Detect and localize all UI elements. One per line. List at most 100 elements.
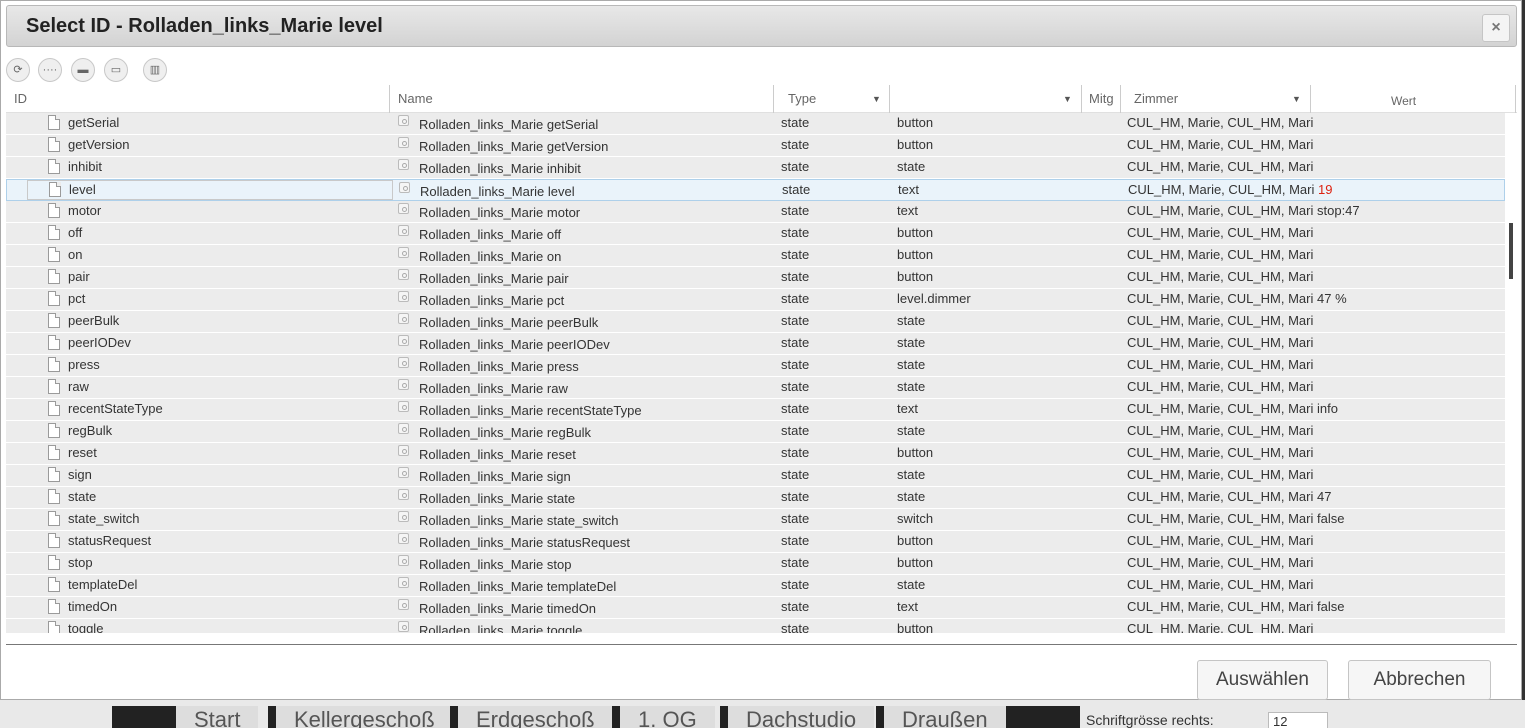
cell-name: Rolladen_links_Marie state bbox=[419, 491, 576, 506]
col-resize-handle[interactable] bbox=[389, 85, 390, 113]
cell-id: pair bbox=[68, 269, 90, 284]
table-row[interactable]: getVersion Rolladen_links_Marie getVersio… bbox=[6, 135, 1505, 157]
select-id-dialog: Select ID - Rolladen_links_Marie level ×… bbox=[0, 0, 1522, 700]
role-filter-dropdown-icon[interactable]: ▼ bbox=[1063, 85, 1072, 113]
cell-id: templateDel bbox=[68, 577, 138, 592]
file-icon bbox=[48, 621, 60, 633]
cell-wert bbox=[1317, 245, 1505, 267]
icon-cell bbox=[398, 113, 412, 135]
state-icon bbox=[398, 533, 409, 544]
col-header-wert[interactable]: Wert bbox=[1391, 87, 1416, 115]
bg-tab-keller[interactable]: Kellergeschoß bbox=[268, 706, 453, 728]
table-row[interactable]: stop Rolladen_links_Marie stop state button… bbox=[6, 553, 1505, 575]
table-row[interactable]: off Rolladen_links_Marie off state button CU… bbox=[6, 223, 1505, 245]
cell-type: state bbox=[781, 577, 810, 592]
state-icon bbox=[398, 247, 409, 258]
file-icon bbox=[48, 247, 60, 262]
col-resize-handle[interactable] bbox=[1515, 85, 1516, 113]
col-resize-handle[interactable] bbox=[889, 85, 890, 113]
cell-id: statusRequest bbox=[68, 533, 152, 548]
cancel-button[interactable]: Abbrechen bbox=[1348, 660, 1491, 700]
cell-type: state bbox=[781, 247, 810, 262]
icon-cell bbox=[398, 443, 412, 465]
cell-role: button bbox=[897, 269, 934, 284]
col-header-id[interactable]: ID bbox=[14, 85, 27, 113]
bg-tab-1og[interactable]: 1. OG bbox=[612, 706, 715, 728]
col-resize-handle[interactable] bbox=[1120, 85, 1121, 113]
cell-id: peerIODev bbox=[68, 335, 131, 350]
table-row[interactable]: on Rolladen_links_Marie on state button CUL_… bbox=[6, 245, 1505, 267]
table-row[interactable]: statusRequest Rolladen_links_Marie status… bbox=[6, 531, 1505, 553]
table-row[interactable]: sign Rolladen_links_Marie sign state state C… bbox=[6, 465, 1505, 487]
icon-cell bbox=[398, 399, 412, 421]
bg-tab-dachstudio[interactable]: Dachstudio bbox=[720, 706, 875, 728]
table-scrollbar[interactable] bbox=[1506, 113, 1514, 633]
cell-wert: false bbox=[1317, 511, 1345, 526]
columns-icon[interactable]: ▥ bbox=[143, 58, 167, 82]
table-row[interactable]: raw Rolladen_links_Marie raw state state CUL… bbox=[6, 377, 1505, 399]
col-header-zimmer[interactable]: Zimmer bbox=[1134, 85, 1178, 113]
table-row[interactable]: pair Rolladen_links_Marie pair state button… bbox=[6, 267, 1505, 289]
cell-wert: 19 bbox=[1318, 182, 1333, 197]
cell-name: Rolladen_links_Marie getVersion bbox=[419, 139, 609, 154]
bg-tab-start[interactable]: Start bbox=[112, 706, 259, 728]
close-icon[interactable]: × bbox=[1482, 14, 1510, 42]
col-header-name[interactable]: Name bbox=[398, 85, 433, 113]
col-resize-handle[interactable] bbox=[1310, 85, 1311, 113]
cell-zimmer: CUL_HM, Marie, CUL_HM, Marie bbox=[1127, 291, 1313, 306]
folder-open-icon[interactable]: ▭ bbox=[104, 58, 128, 82]
icon-cell bbox=[398, 465, 412, 487]
font-size-input[interactable]: 12 bbox=[1268, 712, 1328, 728]
scrollbar-thumb[interactable] bbox=[1509, 223, 1513, 279]
cell-type: state bbox=[781, 445, 810, 460]
cell-id: stop bbox=[68, 555, 93, 570]
table-row[interactable]: pct Rolladen_links_Marie pct state level.di… bbox=[6, 289, 1505, 311]
bg-dark-block bbox=[1006, 706, 1080, 728]
cell-name: Rolladen_links_Marie pair bbox=[419, 271, 569, 286]
col-resize-handle[interactable] bbox=[1081, 85, 1082, 113]
table-row[interactable]: templateDel Rolladen_links_Marie template… bbox=[6, 575, 1505, 597]
col-header-mitg[interactable]: Mitg bbox=[1089, 85, 1114, 113]
file-icon bbox=[48, 467, 60, 482]
list-icon[interactable]: ···· bbox=[38, 58, 62, 82]
icon-cell bbox=[398, 487, 412, 509]
bg-tab-erdgeschoss[interactable]: Erdgeschoß bbox=[450, 706, 613, 728]
table-row[interactable]: getSerial Rolladen_links_Marie getSerial s… bbox=[6, 113, 1505, 135]
table-row[interactable]: toggle Rolladen_links_Marie toggle state bu… bbox=[6, 619, 1505, 633]
col-resize-handle[interactable] bbox=[773, 85, 774, 113]
table-row[interactable]: timedOn Rolladen_links_Marie timedOn state… bbox=[6, 597, 1505, 619]
table-row[interactable]: inhibit Rolladen_links_Marie inhibit state… bbox=[6, 157, 1505, 179]
cell-zimmer: CUL_HM, Marie, CUL_HM, Marie bbox=[1127, 115, 1313, 130]
file-icon bbox=[48, 313, 60, 328]
zimmer-filter-dropdown-icon[interactable]: ▼ bbox=[1292, 85, 1301, 113]
file-icon bbox=[48, 137, 60, 152]
cell-role: text bbox=[897, 599, 918, 614]
table-row[interactable]: level Rolladen_links_Marie level state text… bbox=[6, 179, 1505, 201]
icon-cell bbox=[398, 377, 412, 399]
cell-name: Rolladen_links_Marie templateDel bbox=[419, 579, 617, 594]
icon-cell bbox=[6, 113, 66, 135]
refresh-icon[interactable]: ⟳ bbox=[6, 58, 30, 82]
icon-cell bbox=[6, 399, 66, 421]
table-row[interactable]: press Rolladen_links_Marie press state stat… bbox=[6, 355, 1505, 377]
table-row[interactable]: motor Rolladen_links_Marie motor state text… bbox=[6, 201, 1505, 223]
bg-tab-draussen[interactable]: Draußen bbox=[876, 706, 1006, 728]
table-row[interactable]: recentStateType Rolladen_links_Marie rece… bbox=[6, 399, 1505, 421]
table-row[interactable]: reset Rolladen_links_Marie reset state butt… bbox=[6, 443, 1505, 465]
cell-zimmer: CUL_HM, Marie, CUL_HM, Marie bbox=[1127, 335, 1313, 350]
folder-closed-icon[interactable]: ▬ bbox=[71, 58, 95, 82]
cell-type: state bbox=[781, 115, 810, 130]
dialog-titlebar[interactable]: Select ID - Rolladen_links_Marie level × bbox=[6, 5, 1517, 47]
table-row[interactable]: state_switch Rolladen_links_Marie state_s… bbox=[6, 509, 1505, 531]
icon-cell bbox=[6, 597, 66, 619]
table-row[interactable]: state Rolladen_links_Marie state state stat… bbox=[6, 487, 1505, 509]
type-filter-dropdown-icon[interactable]: ▼ bbox=[872, 85, 881, 113]
table-row[interactable]: regBulk Rolladen_links_Marie regBulk state… bbox=[6, 421, 1505, 443]
cell-zimmer: CUL_HM, Marie, CUL_HM, Marie bbox=[1127, 555, 1313, 570]
select-button[interactable]: Auswählen bbox=[1197, 660, 1328, 700]
table-row[interactable]: peerIODev Rolladen_links_Marie peerIODev s… bbox=[6, 333, 1505, 355]
file-icon bbox=[48, 533, 60, 548]
cell-name: Rolladen_links_Marie getSerial bbox=[419, 117, 599, 132]
table-row[interactable]: peerBulk Rolladen_links_Marie peerBulk sta… bbox=[6, 311, 1505, 333]
col-header-type[interactable]: Type bbox=[788, 85, 816, 113]
